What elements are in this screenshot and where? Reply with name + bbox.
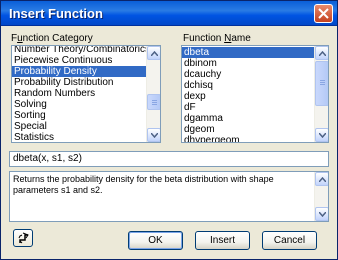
- function-scroll-up-button[interactable]: [315, 46, 328, 60]
- chevron-up-icon: [319, 51, 326, 56]
- description-scroll-down-button[interactable]: [315, 207, 328, 221]
- chevron-down-icon: [319, 133, 326, 138]
- window-title: Insert Function: [9, 6, 103, 21]
- function-name-list-item[interactable]: dgeom: [182, 124, 315, 135]
- function-name-list[interactable]: dbeta dbinom dcauchy dchisq dexp dF dgamma dgeo…: [181, 45, 329, 143]
- category-scroll-down-button[interactable]: [147, 128, 160, 142]
- function-name-list-item[interactable]: dcauchy: [182, 69, 315, 80]
- function-description-box: Returns the probability density for the …: [9, 171, 329, 222]
- description-scrollbar[interactable]: [314, 172, 328, 221]
- chevron-up-icon: [319, 177, 326, 182]
- category-list-item[interactable]: Probability Distribution: [12, 77, 147, 88]
- function-name-list-item[interactable]: dF: [182, 102, 315, 113]
- category-list-item[interactable]: Piecewise Continuous: [12, 55, 147, 66]
- function-category-list[interactable]: Number Theory/Combinatorics Piecewise Con…: [11, 45, 161, 143]
- category-list-item[interactable]: Statistics: [12, 132, 147, 142]
- function-scroll-thumb[interactable]: [315, 61, 328, 106]
- category-list-item[interactable]: Sorting: [12, 110, 147, 121]
- help-arrow-icon: [18, 232, 29, 244]
- category-list-item[interactable]: Probability Density: [12, 66, 147, 77]
- function-signature-field: dbeta(x, s1, s2): [9, 151, 329, 167]
- function-name-list-item[interactable]: dhypergeom: [182, 135, 315, 142]
- category-scrollbar[interactable]: [146, 46, 160, 142]
- category-scroll-up-button[interactable]: [147, 46, 160, 60]
- description-scroll-up-button[interactable]: [315, 172, 328, 186]
- category-list-item[interactable]: Random Numbers: [12, 88, 147, 99]
- close-x-icon: [318, 8, 329, 19]
- category-list-item[interactable]: Special: [12, 121, 147, 132]
- function-name-list-item[interactable]: dexp: [182, 91, 315, 102]
- ok-button[interactable]: OK: [128, 231, 183, 250]
- chevron-up-icon: [151, 51, 158, 56]
- help-button[interactable]: [13, 229, 33, 247]
- function-scroll-down-button[interactable]: [315, 128, 328, 142]
- function-name-list-item[interactable]: dbeta: [182, 47, 315, 58]
- category-list-item[interactable]: Solving: [12, 99, 147, 110]
- function-description-text: Returns the probability density for the …: [13, 174, 274, 195]
- category-scroll-thumb[interactable]: [147, 94, 160, 110]
- category-list-item[interactable]: Number Theory/Combinatorics: [12, 46, 147, 55]
- insert-function-dialog: Insert Function Function Category Number…: [0, 0, 338, 260]
- title-bar[interactable]: Insert Function: [1, 1, 337, 26]
- close-button[interactable]: [314, 4, 333, 23]
- function-name-label: Function Name: [183, 33, 251, 44]
- function-name-scrollbar[interactable]: [314, 46, 328, 142]
- function-category-label: Function Category: [11, 33, 93, 44]
- cancel-button[interactable]: Cancel: [262, 231, 317, 250]
- chevron-down-icon: [319, 212, 326, 217]
- function-name-list-item[interactable]: dgamma: [182, 113, 315, 124]
- function-name-list-item[interactable]: dbinom: [182, 58, 315, 69]
- function-name-list-item[interactable]: dchisq: [182, 80, 315, 91]
- chevron-down-icon: [151, 133, 158, 138]
- insert-button[interactable]: Insert: [195, 231, 250, 250]
